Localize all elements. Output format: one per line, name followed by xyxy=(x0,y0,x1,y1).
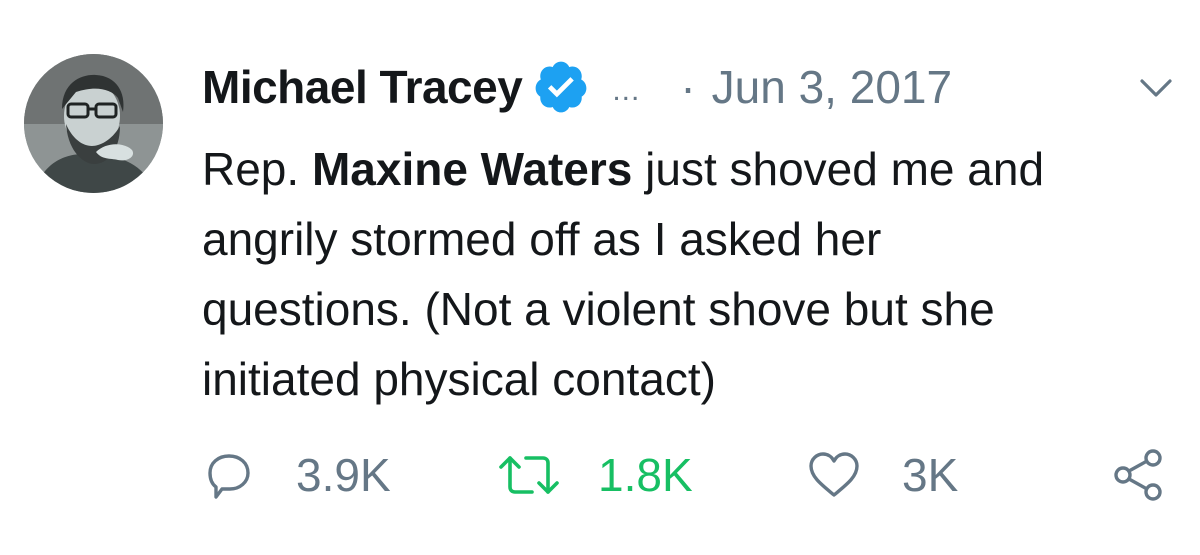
chevron-down-icon[interactable] xyxy=(1135,66,1177,108)
tweet-actions: 3.9K 1.8K 3K xyxy=(202,440,1177,510)
tweet-text-line-2: angrily stormed off as I asked her xyxy=(202,213,882,265)
retweet-icon xyxy=(499,456,559,494)
tweet-text-line-1: Rep. Maxine Waters just shoved me and xyxy=(202,134,1182,204)
author-name[interactable]: Michael Tracey xyxy=(202,60,523,114)
heart-icon xyxy=(809,452,859,497)
date-separator: · xyxy=(680,61,696,113)
tweet-card[interactable]: Michael Tracey ... · Jun 3, 2017 Rep. Ma… xyxy=(0,0,1200,555)
retweet-button[interactable]: 1.8K xyxy=(496,440,693,510)
mention-bold: Maxine Waters xyxy=(311,143,633,195)
verified-badge-icon xyxy=(535,61,587,113)
avatar[interactable] xyxy=(24,54,163,193)
reply-icon xyxy=(208,454,250,499)
tweet-text-suffix: just shoved me and xyxy=(632,143,1045,195)
tweet-text-prefix: Rep. xyxy=(202,143,312,195)
like-button[interactable]: 3K xyxy=(806,440,958,510)
retweet-count: 1.8K xyxy=(598,449,693,501)
reply-button[interactable]: 3.9K xyxy=(202,440,391,510)
more-options-dots[interactable]: ... xyxy=(612,74,640,108)
tweet-header: Michael Tracey ... · Jun 3, 2017 xyxy=(202,52,1177,122)
reply-count: 3.9K xyxy=(296,449,391,501)
avatar-image xyxy=(24,54,163,193)
share-button[interactable] xyxy=(1110,440,1166,510)
like-count: 3K xyxy=(902,449,959,501)
tweet-text-line-3: questions. (Not a violent shove but she xyxy=(202,283,995,335)
tweet-date[interactable]: Jun 3, 2017 xyxy=(712,60,952,114)
tweet-text: Rep. Maxine Waters just shoved me and an… xyxy=(202,134,1182,414)
tweet-text-line-4: initiated physical contact) xyxy=(202,353,716,405)
share-icon xyxy=(1114,449,1162,501)
